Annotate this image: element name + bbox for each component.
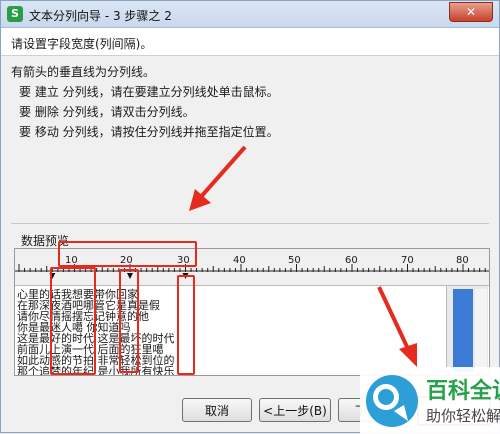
annotation-box-column-3 (177, 275, 195, 375)
ruler-label: 70 (401, 255, 414, 266)
divider (11, 223, 489, 224)
text-to-columns-wizard: S 文本分列向导 - 3 步骤之 2 ✕ 请设置字段宽度(列间隔)。 有箭头的垂… (0, 0, 500, 434)
title-bar: S 文本分列向导 - 3 步骤之 2 ✕ (1, 1, 499, 28)
watermark: 百科全说 助你轻松解决 (360, 367, 500, 434)
scroll-highlight (453, 289, 473, 372)
annotation-box-column-1 (50, 267, 96, 375)
back-button[interactable]: <上一步(B) (259, 398, 331, 422)
step-header-text: 请设置字段宽度(列间隔)。 (11, 37, 153, 51)
instruction-line: 要 删除 分列线，请双击分列线。 (19, 105, 195, 119)
scroll-track[interactable] (475, 289, 487, 372)
annotation-arrow-icon (377, 286, 417, 367)
annotation-arrow-icon (189, 145, 247, 211)
brand-logo-icon (366, 375, 418, 427)
annotation-box-column-2 (119, 269, 139, 373)
step-header: 请设置字段宽度(列间隔)。 (1, 28, 499, 56)
ruler-label: 60 (345, 255, 358, 266)
annotation-box-ruler (58, 241, 197, 267)
watermark-title: 百科全说 (426, 379, 500, 404)
preview-scrollbar[interactable] (446, 286, 488, 375)
wps-app-icon: S (7, 6, 23, 22)
ruler-label: 50 (288, 255, 301, 266)
cancel-button[interactable]: 取消 (182, 398, 252, 422)
watermark-subtitle: 助你轻松解决 (426, 407, 500, 425)
ruler-label: 40 (233, 255, 246, 266)
ruler-label: 80 (456, 255, 469, 266)
instruction-line: 要 移动 分列线，请按住分列线并拖至指定位置。 (19, 125, 279, 139)
instruction-line: 有箭头的垂直线为分列线。 (11, 65, 156, 79)
instruction-line: 要 建立 分列线，请在要建立分列线处单击鼠标。 (19, 85, 279, 99)
close-button[interactable]: ✕ (449, 2, 493, 22)
window-title: 文本分列向导 - 3 步骤之 2 (29, 9, 172, 23)
